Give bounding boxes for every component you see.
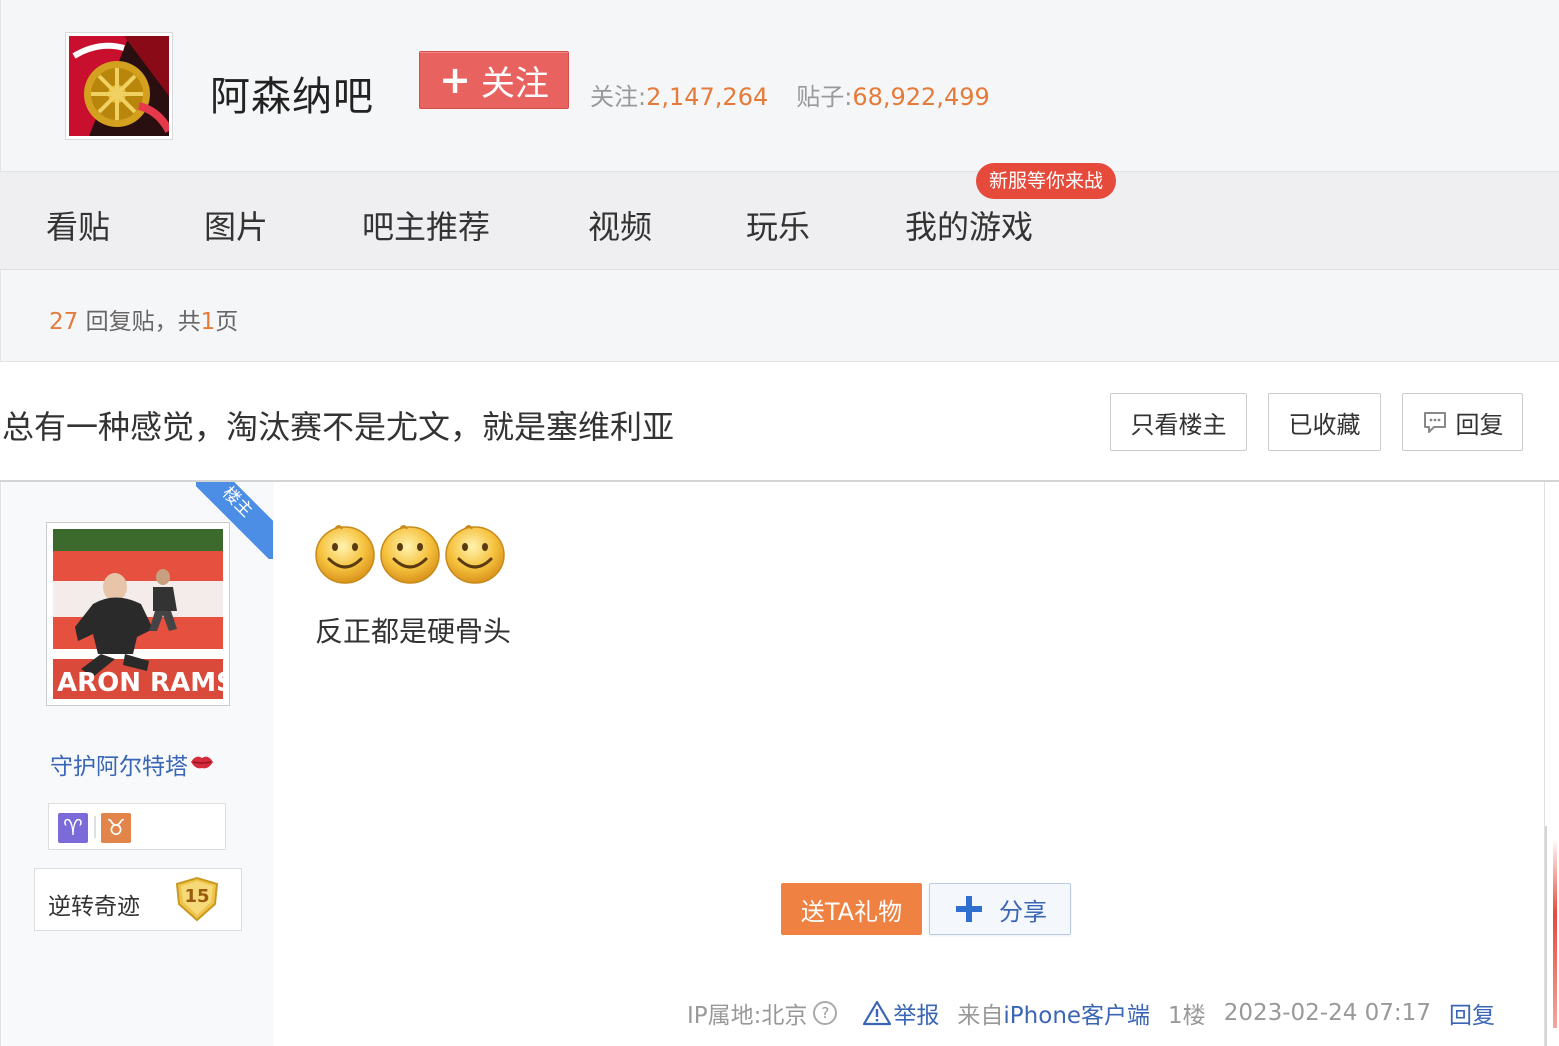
tab-fun[interactable]: 玩乐 [746,202,810,248]
follow-button[interactable]: + 关注 [419,51,569,109]
posts-label: 贴子: [796,83,853,111]
thread-title: 总有一种感觉，淘汰赛不是尤文，就是塞维利亚 [2,408,675,446]
smile-emoji-icon [314,519,376,585]
comment-icon [1423,412,1446,433]
client-prefix: 来自 [957,1003,1004,1029]
user-icon-box: ♈ ♉ [48,803,226,850]
favorite-label: 已收藏 [1288,410,1361,439]
only-op-button[interactable]: 只看楼主 [1110,393,1247,451]
arsenal-logo-icon [69,36,169,136]
only-op-label: 只看楼主 [1130,410,1227,439]
tab-my-games[interactable]: 我的游戏 [905,202,1033,248]
plus-icon [956,896,982,922]
post-datetime: 2023-02-24 07:17 [1223,1000,1431,1026]
post-content: 反正都是硬骨头 [315,615,512,648]
level-number: 15 [184,886,209,907]
post-meta: IP属地:北京 ? 举报 来自iPhone客户端 1楼 2023-02-24 0… [687,997,1495,1029]
avatar-caption: ARON RAMS [57,668,223,698]
followers-count: 2,147,264 [646,83,769,111]
reply-count: 27 [49,309,79,335]
reply-thread-button[interactable]: 回复 [1402,393,1523,451]
smile-emoji-icon [444,519,506,585]
smile-emoji-icon [379,519,441,585]
aries-icon[interactable]: ♈ [58,813,88,843]
posts-count: 68,922,499 [852,83,990,111]
reply-text: 回复贴，共 [85,309,201,335]
lips-icon [190,750,214,776]
follow-button-label: 关注 [480,63,549,104]
favorite-button[interactable]: 已收藏 [1268,393,1381,451]
user-level-box[interactable]: 逆转奇迹 15 [34,868,242,931]
forum-name[interactable]: 阿森纳吧 [210,64,374,122]
reply-post-link[interactable]: 回复 [1449,996,1495,1030]
level-title: 逆转奇迹 [48,894,140,920]
followers-label: 关注: [590,83,647,111]
share-label: 分享 [999,897,1047,926]
report-link[interactable]: 举报 [863,996,939,1030]
level-badge-icon: 15 [175,876,219,922]
help-icon[interactable]: ? [813,1001,838,1025]
tab-images[interactable]: 图片 [204,202,268,248]
floor-number: 1楼 [1168,1003,1206,1029]
author-name-text: 守护阿尔特塔 [50,754,188,780]
tab-videos[interactable]: 视频 [588,202,652,248]
new-server-badge[interactable]: 新服等你来战 [976,163,1117,199]
tab-recommended[interactable]: 吧主推荐 [362,202,490,248]
warning-icon [863,1000,892,1026]
taurus-icon[interactable]: ♉ [101,813,131,843]
user-avatar-image: ARON RAMS [53,529,223,699]
page-count: 1 [200,309,216,335]
thread-reply-info: 27 回复贴，共1页 [49,302,238,336]
forum-logo[interactable] [65,32,173,140]
client-source: 来自iPhone客户端 [957,996,1150,1030]
send-gift-button[interactable]: 送TA礼物 [781,883,922,935]
side-accent [1553,838,1557,1028]
forum-stats: 关注:2,147,264 贴子:68,922,499 [590,77,990,112]
post-emojis [314,519,506,585]
share-button[interactable]: 分享 [929,883,1071,935]
client-link[interactable]: iPhone客户端 [1003,1003,1150,1029]
post-floor-1 [0,482,1545,1046]
page-unit: 页 [215,309,239,335]
plus-icon: + [439,58,471,102]
report-label: 举报 [893,1003,940,1029]
reply-thread-label: 回复 [1455,410,1504,439]
tab-posts[interactable]: 看贴 [46,202,110,248]
avatar[interactable]: ARON RAMS [46,522,230,706]
ip-location: IP属地:北京 [687,1003,808,1029]
author-name[interactable]: 守护阿尔特塔 [50,747,214,781]
